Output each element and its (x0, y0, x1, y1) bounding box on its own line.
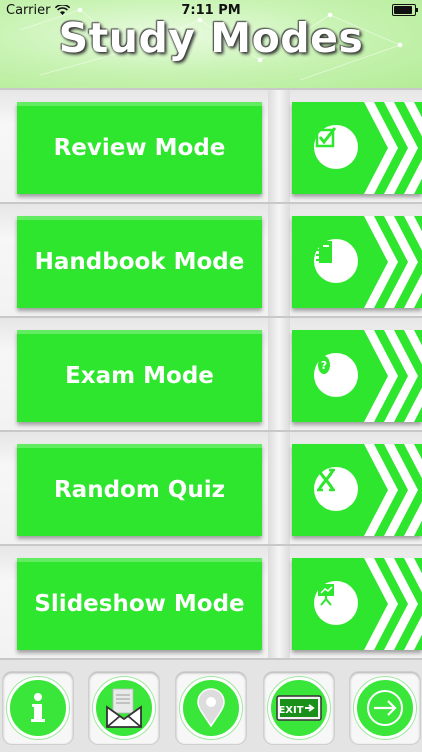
status-bar: Carrier 7:11 PM (0, 0, 422, 20)
list-item: Review Mode (0, 88, 422, 204)
list-item: Slideshow Mode (0, 544, 422, 660)
row-divider (268, 546, 290, 660)
location-pin-icon (197, 688, 225, 728)
presentation-icon (314, 581, 358, 625)
mail-button[interactable] (89, 672, 159, 744)
mode-label: Slideshow Mode (34, 591, 245, 617)
location-button-ring (180, 677, 242, 739)
info-button-ring (7, 677, 69, 739)
mode-label: Review Mode (53, 135, 226, 161)
mail-button-ring (93, 677, 155, 739)
handbook-mode-button[interactable]: Handbook Mode (17, 216, 262, 308)
handbook-mode-go-button[interactable] (292, 216, 422, 308)
arrow-right-icon (367, 690, 403, 726)
next-button-ring (354, 677, 416, 739)
mode-label: Random Quiz (53, 477, 226, 503)
slideshow-mode-go-button[interactable] (292, 558, 422, 650)
slideshow-mode-button[interactable]: Slideshow Mode (17, 558, 262, 650)
mail-icon (106, 688, 142, 728)
location-button[interactable] (176, 672, 246, 744)
mode-label: Handbook Mode (34, 249, 245, 275)
row-divider (268, 432, 290, 546)
list-item: Handbook Mode (0, 202, 422, 318)
info-button[interactable] (3, 672, 73, 744)
info-icon (31, 693, 45, 722)
battery-icon (392, 4, 418, 16)
exit-button-ring: EXIT (268, 677, 330, 739)
exit-sign-icon: EXIT (276, 695, 322, 721)
list-item: Random Quiz (0, 430, 422, 546)
next-button[interactable] (350, 672, 420, 744)
page-title: Study Modes (58, 14, 364, 62)
row-divider (268, 204, 290, 318)
notebook-icon (314, 239, 358, 283)
shuffle-icon (314, 467, 358, 511)
random-quiz-button[interactable]: Random Quiz (17, 444, 262, 536)
review-mode-button[interactable]: Review Mode (17, 102, 262, 194)
mode-label: Exam Mode (65, 363, 214, 389)
exit-button[interactable]: EXIT (264, 672, 334, 744)
question-icon: ? (314, 353, 358, 397)
exam-mode-go-button[interactable]: ? (292, 330, 422, 422)
review-mode-go-button[interactable] (292, 102, 422, 194)
clock: 7:11 PM (181, 2, 241, 18)
random-quiz-go-button[interactable] (292, 444, 422, 536)
row-divider (268, 90, 290, 204)
exit-label: EXIT (278, 705, 303, 716)
exam-mode-button[interactable]: Exam Mode (17, 330, 262, 422)
svg-text:?: ? (321, 359, 327, 372)
list-item: Exam Mode ? (0, 316, 422, 432)
row-divider (268, 318, 290, 432)
bottom-toolbar: EXIT (0, 658, 422, 752)
checkbox-icon (314, 125, 358, 169)
mode-list: Review Mode Handbook Mode Exam Mode ? Ra… (0, 88, 422, 660)
